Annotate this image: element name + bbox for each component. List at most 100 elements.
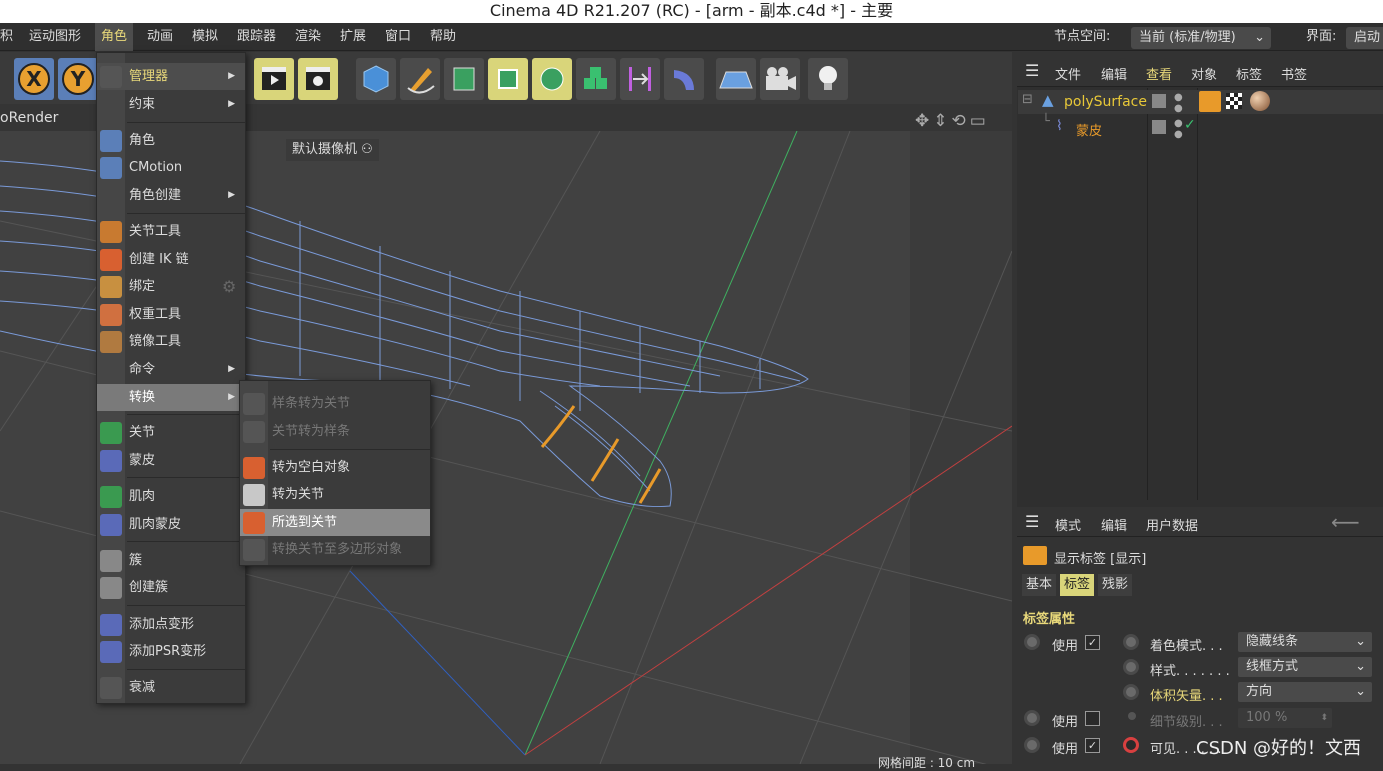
menu-animation[interactable]: 动画 [141,23,179,51]
menu-item-bind[interactable]: 绑定 ⚙ [97,273,245,300]
visibility-dots-icon[interactable]: ● ● [1174,118,1183,140]
light-icon[interactable] [808,58,848,100]
render-settings-button[interactable] [298,58,338,100]
gear-icon[interactable]: ⚙ [222,273,236,300]
backface-select[interactable]: 方向 ⌄ [1238,682,1372,702]
om-menu-bookmarks[interactable]: 书签 [1281,64,1307,83]
am-menu-userdata[interactable]: 用户数据 [1146,515,1198,534]
menu-partial[interactable]: 积 [0,23,19,51]
menu-help[interactable]: 帮助 [424,23,462,51]
om-menu-file[interactable]: 文件 [1055,64,1081,83]
menu-simulate[interactable]: 模拟 [186,23,224,51]
camera-icon[interactable] [760,58,800,100]
pen-icon[interactable] [400,58,440,100]
check-icon[interactable]: ✓ [1184,117,1196,133]
y-axis-button[interactable]: Y [58,58,98,100]
menu-item-commands[interactable]: 命令 ▶ [97,356,245,383]
menu-item-character-builder[interactable]: 角色创建 ▶ [97,182,245,209]
menu-item-mirror-tool[interactable]: 镜像工具 [97,328,245,355]
menu-item-falloff[interactable]: 衰减 [97,674,245,701]
menu-item-cmotion[interactable]: CMotion [97,154,245,181]
om-menu-edit[interactable]: 编辑 [1101,64,1127,83]
menu-item-to-joint[interactable]: 转为关节 [240,481,430,508]
object-row-polysurface[interactable]: ⊟ ▲ polySurface ● ● [1018,90,1383,114]
menu-item-character[interactable]: 角色 [97,127,245,154]
am-menu-edit[interactable]: 编辑 [1101,515,1127,534]
menu-item-add-point-morph[interactable]: 添加点变形 [97,611,245,638]
use-checkbox[interactable]: ✓ [1085,738,1100,753]
menu-render[interactable]: 渲染 [289,23,327,51]
mograph-icon[interactable] [532,58,572,100]
back-arrow-icon[interactable]: ⟵ [1331,510,1360,534]
am-menu-mode[interactable]: 模式 [1055,515,1081,534]
layer-icon[interactable] [1152,94,1166,108]
animate-radio[interactable] [1123,684,1139,700]
bend-icon[interactable] [664,58,704,100]
menu-tracker[interactable]: 跟踪器 [231,23,282,51]
render-view-button[interactable] [254,58,294,100]
menu-item-skin[interactable]: 蒙皮 [97,447,245,474]
camera-label[interactable]: 默认摄像机 ⚇ [286,139,379,161]
cube-icon[interactable] [356,58,396,100]
subdivision-icon[interactable] [444,58,484,100]
menu-item-joint-tool[interactable]: 关节工具 [97,218,245,245]
visibility-dots-icon[interactable]: ● ● [1174,92,1183,114]
animate-radio[interactable] [1123,659,1139,675]
deformer-icon[interactable] [620,58,660,100]
menu-item-joint[interactable]: 关节 [97,419,245,446]
prorender-label[interactable]: oRender [0,110,58,126]
menu-item-muscle-skin[interactable]: 肌肉蒙皮 [97,511,245,538]
menu-item-manager[interactable]: 管理器 ▶ [97,63,245,90]
display-tag-icon[interactable] [1199,91,1221,112]
menu-item-muscle[interactable]: 肌肉 [97,483,245,510]
viewport-nav-icons[interactable]: ✥⇕⟲▭ [915,111,1010,131]
menu-item-convert[interactable]: 转换 ▶ [97,384,245,411]
floor-icon[interactable] [716,58,756,100]
menu-item-joint-to-spline[interactable]: 关节转为样条 [240,418,430,445]
object-name[interactable]: polySurface [1064,94,1147,110]
animate-radio[interactable] [1123,634,1139,650]
menu-item-spline-to-joint[interactable]: 样条转为关节 [240,390,430,417]
node-space-select[interactable]: 当前 (标准/物理) ⌄ [1131,27,1271,49]
menu-item-joint-to-polygon[interactable]: 转换关节至多边形对象 [240,536,430,563]
menu-item-selection-to-joint[interactable]: 所选到关节 [240,509,430,536]
hamburger-icon[interactable]: ☰ [1025,61,1039,80]
tab-basic[interactable]: 基本 [1022,574,1057,596]
object-row-skin[interactable]: └ ⌇ 蒙皮 ● ● ✓ [1018,114,1383,140]
tab-tag[interactable]: 标签 [1060,574,1095,596]
menu-character[interactable]: 角色 [95,23,134,51]
layer-icon[interactable] [1152,120,1166,134]
shading-select[interactable]: 隐藏线条 ⌄ [1238,632,1372,652]
om-menu-object[interactable]: 对象 [1191,64,1217,83]
object-name[interactable]: 蒙皮 [1076,120,1102,139]
expand-icon[interactable]: ⊟ [1022,92,1033,107]
menu-item-weight-tool[interactable]: 权重工具 [97,301,245,328]
menu-item-cluster[interactable]: 簇 [97,547,245,574]
use-checkbox[interactable]: ✓ [1085,635,1100,650]
layout-select[interactable]: 启动 [1346,27,1383,49]
hamburger-icon[interactable]: ☰ [1025,512,1039,531]
keyframe-radio[interactable] [1123,737,1139,753]
generator-icon[interactable] [488,58,528,100]
menu-mograph[interactable]: 运动图形 [23,23,87,51]
menu-item-create-cluster[interactable]: 创建簇 [97,574,245,601]
tab-ghosting[interactable]: 残影 [1098,574,1133,596]
lod-field[interactable]: 100 % ⬍ [1238,708,1332,728]
om-menu-view[interactable]: 查看 [1146,64,1172,83]
menu-item-create-ik[interactable]: 创建 IK 链 [97,246,245,273]
animate-radio[interactable] [1024,737,1040,753]
menu-item-constraint[interactable]: 约束 ▶ [97,91,245,118]
animate-radio[interactable] [1024,634,1040,650]
menu-window[interactable]: 窗口 [379,23,417,51]
material-tag-icon[interactable] [1250,91,1270,111]
style-select[interactable]: 线框方式 ⌄ [1238,657,1372,677]
x-axis-button[interactable]: X [14,58,54,100]
use-checkbox[interactable] [1085,711,1100,726]
cloner-icon[interactable] [576,58,616,100]
texture-tag-icon[interactable] [1226,93,1242,109]
menu-item-add-psr-morph[interactable]: 添加PSR变形 [97,638,245,665]
menu-extensions[interactable]: 扩展 [334,23,372,51]
om-menu-tags[interactable]: 标签 [1236,64,1262,83]
menu-item-to-null[interactable]: 转为空白对象 [240,454,430,481]
animate-radio[interactable] [1024,710,1040,726]
